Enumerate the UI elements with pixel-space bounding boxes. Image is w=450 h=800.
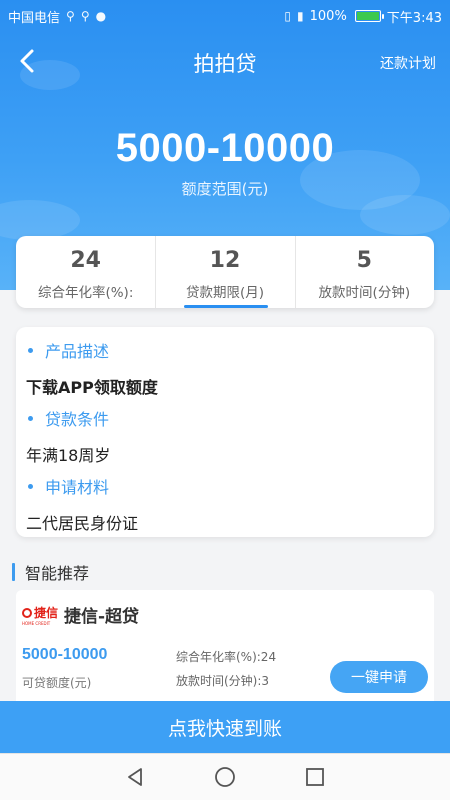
product-rate: 综合年化率(%):24 (176, 650, 277, 664)
carrier-label: 中国电信 (8, 10, 61, 26)
battery-percent: 100% (309, 8, 347, 24)
stat-label: 贷款期限(月) (185, 285, 265, 301)
logo-subtext: HOME CREDIT (22, 621, 51, 626)
usb-icon: ⚲ (80, 9, 90, 23)
section-title-materials: 申请材料 (26, 475, 424, 497)
section-title-text: 申请材料 (45, 478, 110, 497)
section-title-text: 贷款条件 (45, 410, 110, 429)
battery-icon (354, 10, 384, 22)
product-info-card: 产品描述 下载APP领取额度 贷款条件 年满18周岁 申请材料 二代居民身份证 (16, 327, 434, 537)
loan-stats-card: 24 综合年化率(%): 12 贷款期限(月) 5 放款时间(分钟) (16, 236, 434, 308)
system-nav-bar (0, 753, 450, 800)
repayment-plan-link[interactable]: 还款计划 (380, 53, 436, 73)
section-marker (12, 563, 15, 581)
stat-label: 综合年化率(%): (37, 285, 134, 301)
vibrate-icon: ▯ (284, 9, 292, 23)
section-title-conditions: 贷款条件 (26, 407, 424, 429)
stat-value: 5 (356, 248, 372, 273)
stat-value: 12 (209, 248, 241, 273)
square-recents-icon (306, 768, 324, 786)
recommend-title: 智能推荐 (25, 564, 90, 583)
bullet-icon (28, 415, 33, 421)
product-time: 放款时间(分钟):3 (176, 674, 270, 688)
bullet-icon (28, 347, 33, 353)
home-credit-logo: 捷信 HOME CREDIT (22, 604, 58, 626)
stat-label: 放款时间(分钟) (318, 285, 411, 301)
stat-annual-rate: 24 综合年化率(%): (16, 236, 155, 308)
product-name: 捷信-超贷 (64, 607, 140, 627)
product-amount-label: 可贷额度(元) (22, 676, 92, 690)
system-home-button[interactable] (208, 760, 242, 794)
status-bar: 中国电信 ⚲ ⚲ ● ▯ ▮ 100% 下午3:43 (0, 0, 450, 32)
product-amount: 5000-10000 (22, 646, 108, 663)
signal-icon: ▮ (297, 9, 304, 23)
logo-text: 捷信 (34, 606, 59, 620)
system-recents-button[interactable] (298, 760, 332, 794)
stat-disbursement-time: 5 放款时间(分钟) (294, 236, 434, 308)
section-body-conditions: 年满18周岁 (26, 446, 111, 465)
bullet-icon (28, 483, 33, 489)
section-title-description: 产品描述 (26, 339, 424, 361)
credit-range-value: 5000-10000 (115, 126, 335, 170)
recommend-product-card[interactable]: 捷信 HOME CREDIT 捷信-超贷 5000-10000 可贷额度(元) … (16, 590, 434, 710)
stats-indicator (184, 305, 268, 308)
circle-home-icon (215, 767, 235, 787)
recommend-header: 智能推荐 (12, 560, 89, 584)
credit-range-label: 额度范围(元) (181, 180, 269, 198)
triangle-back-icon (128, 768, 142, 786)
quick-disburse-button[interactable]: 点我快速到账 (0, 701, 450, 753)
stat-loan-term: 12 贷款期限(月) (155, 236, 294, 308)
system-back-button[interactable] (118, 760, 152, 794)
stat-value: 24 (70, 248, 101, 273)
navbar: 拍拍贷 还款计划 (0, 38, 450, 86)
clock: 下午3:43 (386, 10, 442, 26)
section-body-description: 下载APP领取额度 (26, 378, 158, 397)
logo-ring-icon (22, 607, 32, 618)
section-title-text: 产品描述 (45, 342, 110, 361)
one-click-apply-button[interactable]: 一键申请 (330, 661, 428, 693)
usb-icon: ⚲ (66, 9, 75, 23)
message-icon: ● (95, 9, 107, 23)
section-body-materials: 二代居民身份证 (26, 514, 139, 533)
